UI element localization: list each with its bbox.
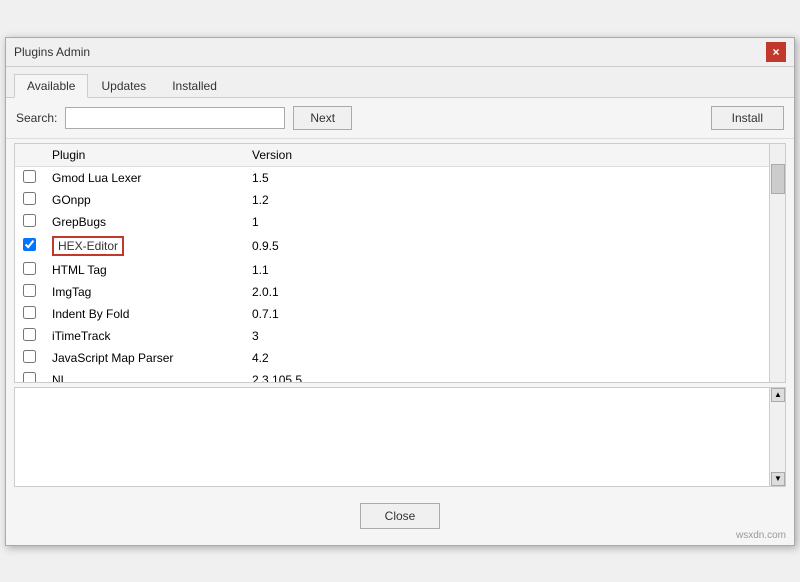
plugin-name: Indent By Fold <box>44 303 244 325</box>
plugins-admin-window: Plugins Admin × Available Updates Instal… <box>5 37 795 546</box>
plugin-name: JavaScript Map Parser <box>44 347 244 369</box>
col-plugin: Plugin <box>44 144 244 167</box>
plugin-version: 1.2 <box>244 189 324 211</box>
plugin-name: HTML Tag <box>44 259 244 281</box>
plugin-checkbox[interactable] <box>23 262 36 275</box>
col-checkbox <box>15 144 44 167</box>
title-bar: Plugins Admin × <box>6 38 794 67</box>
plugin-checkbox[interactable] <box>23 306 36 319</box>
plugin-checkbox[interactable] <box>23 284 36 297</box>
next-button[interactable]: Next <box>293 106 352 130</box>
scroll-up-arrow[interactable]: ▲ <box>771 388 785 402</box>
tab-available[interactable]: Available <box>14 74 88 98</box>
description-content <box>15 388 769 486</box>
plugin-name: NL... <box>44 369 244 382</box>
plugin-version: 1.5 <box>244 166 324 189</box>
plugin-name: Gmod Lua Lexer <box>44 166 244 189</box>
window-title: Plugins Admin <box>14 45 90 59</box>
table-row: GrepBugs1 <box>15 211 769 233</box>
col-version: Version <box>244 144 324 167</box>
tab-installed[interactable]: Installed <box>159 74 230 98</box>
scroll-down-arrow[interactable]: ▼ <box>771 472 785 486</box>
plugin-version: 4.2 <box>244 347 324 369</box>
plugin-checkbox[interactable] <box>23 214 36 227</box>
install-button[interactable]: Install <box>711 106 784 130</box>
table-row: ImgTag2.0.1 <box>15 281 769 303</box>
scrollbar-thumb <box>771 164 785 194</box>
table-row: Gmod Lua Lexer1.5 <box>15 166 769 189</box>
plugin-name: GrepBugs <box>44 211 244 233</box>
plugin-version: 2.3.105.5 <box>244 369 324 382</box>
footer: Close <box>6 491 794 545</box>
col-spacer <box>324 144 769 167</box>
table-row: iTimeTrack3 <box>15 325 769 347</box>
table-row: Indent By Fold0.7.1 <box>15 303 769 325</box>
plugin-table: Plugin Version Gmod Lua Lexer1.5GOnpp1.2… <box>15 144 769 382</box>
plugin-checkbox[interactable] <box>23 238 36 251</box>
table-row: JavaScript Map Parser4.2 <box>15 347 769 369</box>
plugin-list-scrollbar[interactable] <box>769 144 785 382</box>
table-row: HTML Tag1.1 <box>15 259 769 281</box>
plugin-checkbox[interactable] <box>23 192 36 205</box>
table-row: HEX-Editor 0.9.5 <box>15 233 769 259</box>
table-row: GOnpp1.2 <box>15 189 769 211</box>
plugin-version: 3 <box>244 325 324 347</box>
plugin-version: 1 <box>244 211 324 233</box>
plugin-checkbox[interactable] <box>23 350 36 363</box>
plugin-name: GOnpp <box>44 189 244 211</box>
watermark: wsxdn.com <box>736 530 786 541</box>
plugin-version: 0.7.1 <box>244 303 324 325</box>
tab-updates[interactable]: Updates <box>88 74 159 98</box>
tab-bar: Available Updates Installed <box>6 67 794 98</box>
plugin-version: 0.9.5 <box>244 233 324 259</box>
plugin-checkbox[interactable] <box>23 170 36 183</box>
search-input[interactable] <box>65 107 285 129</box>
description-area: ▲ ▼ <box>14 387 786 487</box>
plugin-checkbox[interactable] <box>23 372 36 382</box>
close-dialog-button[interactable]: Close <box>360 503 441 529</box>
plugin-version: 2.0.1 <box>244 281 324 303</box>
plugin-list-area: Plugin Version Gmod Lua Lexer1.5GOnpp1.2… <box>14 143 786 383</box>
table-row: NL...2.3.105.5 <box>15 369 769 382</box>
plugin-name: iTimeTrack <box>44 325 244 347</box>
plugin-checkbox[interactable] <box>23 328 36 341</box>
plugin-version: 1.1 <box>244 259 324 281</box>
description-scrollbar[interactable]: ▲ ▼ <box>769 388 785 486</box>
plugin-name-highlighted: HEX-Editor <box>52 236 124 256</box>
window-close-button[interactable]: × <box>766 42 786 62</box>
toolbar: Search: Next Install <box>6 98 794 139</box>
search-label: Search: <box>16 111 57 125</box>
plugin-name: ImgTag <box>44 281 244 303</box>
